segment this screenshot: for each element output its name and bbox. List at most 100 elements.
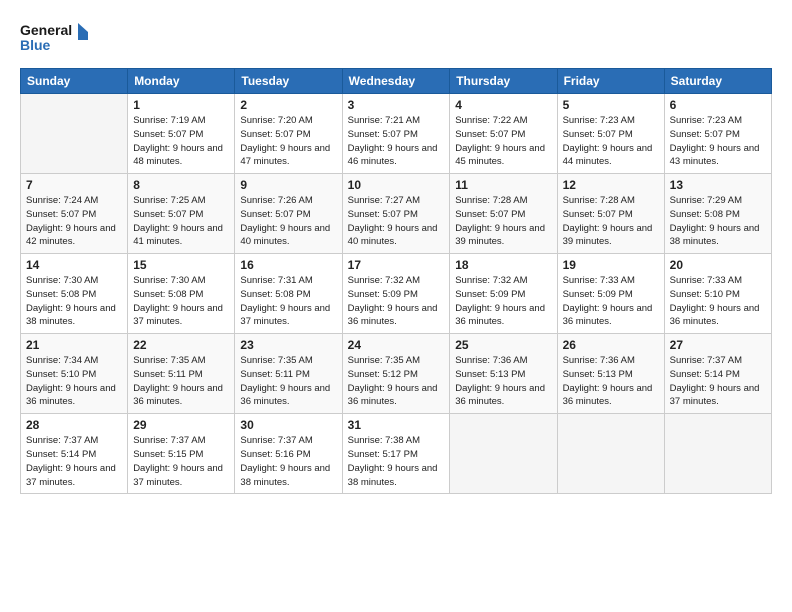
day-info: Sunrise: 7:27 AMSunset: 5:07 PMDaylight:… — [348, 194, 445, 249]
calendar-cell: 17 Sunrise: 7:32 AMSunset: 5:09 PMDayligh… — [342, 254, 450, 334]
calendar-cell: 5 Sunrise: 7:23 AMSunset: 5:07 PMDaylight… — [557, 94, 664, 174]
calendar-week-4: 21 Sunrise: 7:34 AMSunset: 5:10 PMDayligh… — [21, 334, 772, 414]
calendar-cell: 4 Sunrise: 7:22 AMSunset: 5:07 PMDaylight… — [450, 94, 557, 174]
col-header-tuesday: Tuesday — [235, 69, 342, 94]
day-number: 14 — [26, 258, 122, 272]
day-info: Sunrise: 7:36 AMSunset: 5:13 PMDaylight:… — [563, 354, 659, 409]
day-number: 20 — [670, 258, 766, 272]
calendar-week-5: 28 Sunrise: 7:37 AMSunset: 5:14 PMDayligh… — [21, 414, 772, 494]
day-info: Sunrise: 7:25 AMSunset: 5:07 PMDaylight:… — [133, 194, 229, 249]
calendar-cell: 19 Sunrise: 7:33 AMSunset: 5:09 PMDayligh… — [557, 254, 664, 334]
calendar-cell: 6 Sunrise: 7:23 AMSunset: 5:07 PMDaylight… — [664, 94, 771, 174]
calendar-cell: 7Sunrise: 7:24 AMSunset: 5:07 PMDaylight… — [21, 174, 128, 254]
day-info: Sunrise: 7:28 AMSunset: 5:07 PMDaylight:… — [455, 194, 551, 249]
day-info: Sunrise: 7:37 AMSunset: 5:15 PMDaylight:… — [133, 434, 229, 489]
day-info: Sunrise: 7:37 AMSunset: 5:16 PMDaylight:… — [240, 434, 336, 489]
day-number: 2 — [240, 98, 336, 112]
day-info: Sunrise: 7:21 AMSunset: 5:07 PMDaylight:… — [348, 114, 445, 169]
day-info: Sunrise: 7:35 AMSunset: 5:11 PMDaylight:… — [240, 354, 336, 409]
col-header-saturday: Saturday — [664, 69, 771, 94]
day-number: 12 — [563, 178, 659, 192]
calendar-week-3: 14 Sunrise: 7:30 AMSunset: 5:08 PMDayligh… — [21, 254, 772, 334]
day-info: Sunrise: 7:32 AMSunset: 5:09 PMDaylight:… — [455, 274, 551, 329]
day-number: 28 — [26, 418, 122, 432]
day-info: Sunrise: 7:30 AMSunset: 5:08 PMDaylight:… — [26, 274, 122, 329]
day-number: 18 — [455, 258, 551, 272]
calendar-cell: 18 Sunrise: 7:32 AMSunset: 5:09 PMDayligh… — [450, 254, 557, 334]
calendar-cell: 22Sunrise: 7:35 AMSunset: 5:11 PMDayligh… — [128, 334, 235, 414]
day-number: 6 — [670, 98, 766, 112]
calendar-cell: 16Sunrise: 7:31 AMSunset: 5:08 PMDayligh… — [235, 254, 342, 334]
day-number: 9 — [240, 178, 336, 192]
day-info: Sunrise: 7:32 AMSunset: 5:09 PMDaylight:… — [348, 274, 445, 329]
calendar-cell: 24Sunrise: 7:35 AMSunset: 5:12 PMDayligh… — [342, 334, 450, 414]
day-number: 11 — [455, 178, 551, 192]
day-number: 10 — [348, 178, 445, 192]
day-info: Sunrise: 7:33 AMSunset: 5:09 PMDaylight:… — [563, 274, 659, 329]
day-info: Sunrise: 7:23 AMSunset: 5:07 PMDaylight:… — [563, 114, 659, 169]
day-number: 13 — [670, 178, 766, 192]
calendar-cell: 12 Sunrise: 7:28 AMSunset: 5:07 PMDayligh… — [557, 174, 664, 254]
day-info: Sunrise: 7:31 AMSunset: 5:08 PMDaylight:… — [240, 274, 336, 329]
day-number: 17 — [348, 258, 445, 272]
day-number: 4 — [455, 98, 551, 112]
day-info: Sunrise: 7:24 AMSunset: 5:07 PMDaylight:… — [26, 194, 122, 249]
calendar-cell: 14 Sunrise: 7:30 AMSunset: 5:08 PMDayligh… — [21, 254, 128, 334]
day-info: Sunrise: 7:29 AMSunset: 5:08 PMDaylight:… — [670, 194, 766, 249]
day-info: Sunrise: 7:33 AMSunset: 5:10 PMDaylight:… — [670, 274, 766, 329]
calendar-cell: 21 Sunrise: 7:34 AMSunset: 5:10 PMDayligh… — [21, 334, 128, 414]
logo-svg: GeneralBlue — [20, 18, 90, 58]
calendar-week-2: 7Sunrise: 7:24 AMSunset: 5:07 PMDaylight… — [21, 174, 772, 254]
calendar-cell: 8Sunrise: 7:25 AMSunset: 5:07 PMDaylight… — [128, 174, 235, 254]
day-info: Sunrise: 7:20 AMSunset: 5:07 PMDaylight:… — [240, 114, 336, 169]
calendar-cell: 29 Sunrise: 7:37 AMSunset: 5:15 PMDayligh… — [128, 414, 235, 494]
calendar-cell — [557, 414, 664, 494]
day-number: 25 — [455, 338, 551, 352]
page: GeneralBlue SundayMondayTuesdayWednesday… — [0, 0, 792, 612]
calendar-cell: 26 Sunrise: 7:36 AMSunset: 5:13 PMDayligh… — [557, 334, 664, 414]
day-number: 1 — [133, 98, 229, 112]
day-info: Sunrise: 7:26 AMSunset: 5:07 PMDaylight:… — [240, 194, 336, 249]
day-number: 3 — [348, 98, 445, 112]
calendar-cell: 27Sunrise: 7:37 AMSunset: 5:14 PMDayligh… — [664, 334, 771, 414]
day-info: Sunrise: 7:19 AMSunset: 5:07 PMDaylight:… — [133, 114, 229, 169]
day-number: 24 — [348, 338, 445, 352]
calendar-cell: 15 Sunrise: 7:30 AMSunset: 5:08 PMDayligh… — [128, 254, 235, 334]
day-number: 15 — [133, 258, 229, 272]
day-info: Sunrise: 7:23 AMSunset: 5:07 PMDaylight:… — [670, 114, 766, 169]
day-info: Sunrise: 7:28 AMSunset: 5:07 PMDaylight:… — [563, 194, 659, 249]
day-number: 27 — [670, 338, 766, 352]
day-number: 21 — [26, 338, 122, 352]
calendar-cell: 20 Sunrise: 7:33 AMSunset: 5:10 PMDayligh… — [664, 254, 771, 334]
calendar-cell: 30 Sunrise: 7:37 AMSunset: 5:16 PMDayligh… — [235, 414, 342, 494]
header: GeneralBlue — [20, 18, 772, 58]
day-info: Sunrise: 7:22 AMSunset: 5:07 PMDaylight:… — [455, 114, 551, 169]
day-info: Sunrise: 7:30 AMSunset: 5:08 PMDaylight:… — [133, 274, 229, 329]
calendar-cell: 1 Sunrise: 7:19 AMSunset: 5:07 PMDaylight… — [128, 94, 235, 174]
day-number: 5 — [563, 98, 659, 112]
col-header-friday: Friday — [557, 69, 664, 94]
calendar-header-row: SundayMondayTuesdayWednesdayThursdayFrid… — [21, 69, 772, 94]
day-info: Sunrise: 7:37 AMSunset: 5:14 PMDaylight:… — [26, 434, 122, 489]
day-info: Sunrise: 7:35 AMSunset: 5:11 PMDaylight:… — [133, 354, 229, 409]
day-number: 29 — [133, 418, 229, 432]
calendar-cell: 28 Sunrise: 7:37 AMSunset: 5:14 PMDayligh… — [21, 414, 128, 494]
calendar-cell: 9 Sunrise: 7:26 AMSunset: 5:07 PMDaylight… — [235, 174, 342, 254]
col-header-thursday: Thursday — [450, 69, 557, 94]
calendar-cell — [450, 414, 557, 494]
calendar-cell: 10 Sunrise: 7:27 AMSunset: 5:07 PMDayligh… — [342, 174, 450, 254]
day-number: 30 — [240, 418, 336, 432]
calendar-cell: 23 Sunrise: 7:35 AMSunset: 5:11 PMDayligh… — [235, 334, 342, 414]
calendar-cell: 11 Sunrise: 7:28 AMSunset: 5:07 PMDayligh… — [450, 174, 557, 254]
calendar-cell: 13 Sunrise: 7:29 AMSunset: 5:08 PMDayligh… — [664, 174, 771, 254]
calendar-cell — [21, 94, 128, 174]
svg-text:General: General — [20, 22, 72, 38]
logo: GeneralBlue — [20, 18, 90, 58]
col-header-monday: Monday — [128, 69, 235, 94]
day-info: Sunrise: 7:36 AMSunset: 5:13 PMDaylight:… — [455, 354, 551, 409]
day-number: 19 — [563, 258, 659, 272]
calendar-week-1: 1 Sunrise: 7:19 AMSunset: 5:07 PMDaylight… — [21, 94, 772, 174]
day-info: Sunrise: 7:34 AMSunset: 5:10 PMDaylight:… — [26, 354, 122, 409]
day-number: 26 — [563, 338, 659, 352]
day-number: 23 — [240, 338, 336, 352]
